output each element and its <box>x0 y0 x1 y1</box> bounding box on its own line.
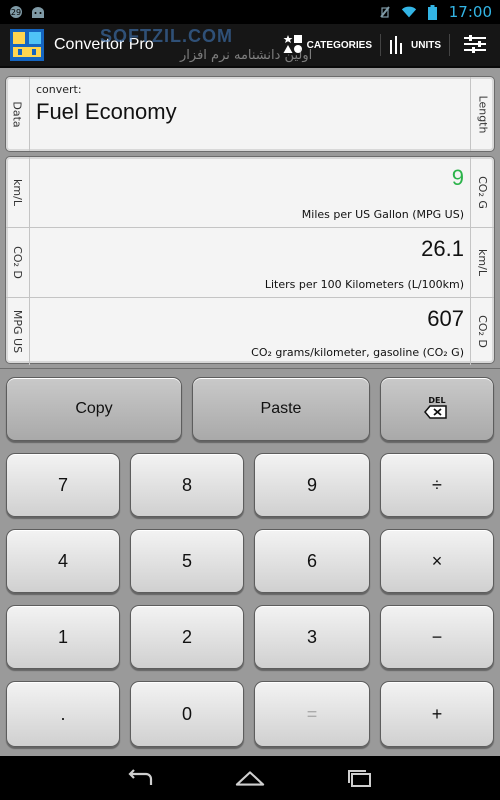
key-6[interactable]: 6 <box>254 529 370 593</box>
category-name: Fuel Economy <box>36 99 177 124</box>
battery-icon <box>425 4 441 20</box>
clock: 17:00 <box>448 3 492 21</box>
conversion-value: 26.1 <box>421 236 464 261</box>
conversion-list: km/L 9 Miles per US Gallon (MPG US) CO₂ … <box>5 156 495 365</box>
key-5[interactable]: 5 <box>130 529 244 593</box>
navigation-bar <box>0 756 500 800</box>
no-sim-icon <box>377 5 393 19</box>
keypad: Copy Paste DEL 7 8 9 ÷ 4 5 6 × 1 2 3 − .… <box>0 368 500 756</box>
unit-name: Miles per US Gallon (MPG US) <box>301 208 464 221</box>
key-equals[interactable]: = <box>254 681 370 747</box>
delete-button[interactable]: DEL <box>380 377 494 441</box>
key-4[interactable]: 4 <box>6 529 120 593</box>
key-label: 8 <box>181 474 192 495</box>
key-0[interactable]: 0 <box>130 681 244 747</box>
key-decimal[interactable]: . <box>6 681 120 747</box>
prev-unit-label: km/L <box>11 178 25 206</box>
unit-name: Liters per 100 Kilometers (L/100km) <box>264 278 464 291</box>
units-button[interactable]: UNITS <box>381 24 449 66</box>
key-label: 7 <box>57 474 68 495</box>
next-unit-tab[interactable]: km/L <box>470 228 494 297</box>
key-9[interactable]: 9 <box>254 453 370 517</box>
prev-category-tab[interactable]: Data <box>6 77 30 151</box>
paste-button[interactable]: Paste <box>192 377 370 441</box>
convert-caption: convert: <box>36 83 82 96</box>
app-logo-icon[interactable] <box>10 29 44 61</box>
convert-category-panel[interactable]: Data convert: Fuel Economy Length <box>5 76 495 152</box>
next-unit-tab[interactable]: CO₂ D <box>470 298 494 365</box>
backspace-icon: DEL <box>422 394 452 425</box>
units-icon <box>389 34 405 57</box>
key-label: − <box>431 626 443 647</box>
svg-text:29: 29 <box>11 8 21 17</box>
key-subtract[interactable]: − <box>380 605 494 669</box>
key-label: × <box>431 550 443 571</box>
watermark-text: SOFTZIL.COM <box>100 26 233 46</box>
next-category-label: Length <box>476 95 490 133</box>
next-unit-label: km/L <box>476 249 490 276</box>
key-label: 4 <box>57 550 68 571</box>
next-unit-label: CO₂ D <box>476 315 489 348</box>
prev-unit-tab[interactable]: MPG US <box>6 298 30 365</box>
delete-label: DEL <box>428 396 445 405</box>
key-label: 6 <box>306 550 317 571</box>
key-label: 5 <box>181 550 192 571</box>
back-icon[interactable] <box>125 768 155 788</box>
notification-icon: 29 <box>8 5 24 19</box>
next-unit-label: CO₂ G <box>476 175 489 209</box>
key-1[interactable]: 1 <box>6 605 120 669</box>
android-icon <box>30 5 46 19</box>
prev-unit-label: MPG US <box>11 309 24 354</box>
prev-category-label: Data <box>11 100 25 128</box>
recent-apps-icon[interactable] <box>345 768 375 788</box>
sliders-icon <box>464 34 486 57</box>
home-icon[interactable] <box>235 768 265 788</box>
key-label: 3 <box>306 626 317 647</box>
prev-unit-label: CO₂ D <box>11 246 24 279</box>
action-bar: Convertor Pro SOFTZIL.COM اولین دانشنامه… <box>0 24 500 68</box>
paste-label: Paste <box>260 400 302 417</box>
key-label: + <box>431 703 443 724</box>
key-3[interactable]: 3 <box>254 605 370 669</box>
status-bar: 29 17:00 <box>0 0 500 24</box>
conversion-row[interactable]: MPG US 607 CO₂ grams/kilometer, gasoline… <box>6 297 494 365</box>
key-multiply[interactable]: × <box>380 529 494 593</box>
conversion-row[interactable]: CO₂ D 26.1 Liters per 100 Kilometers (L/… <box>6 227 494 297</box>
prev-unit-tab[interactable]: km/L <box>6 157 30 227</box>
key-label: 9 <box>306 474 317 495</box>
key-label: ÷ <box>432 474 442 495</box>
content-area: Data convert: Fuel Economy Length km/L 9… <box>0 68 500 368</box>
next-unit-tab[interactable]: CO₂ G <box>470 157 494 227</box>
copy-label: Copy <box>75 400 113 417</box>
unit-name: CO₂ grams/kilometer, gasoline (CO₂ G) <box>251 346 464 359</box>
watermark-subtext: اولین دانشنامه نرم افزار <box>180 48 313 63</box>
next-category-tab[interactable]: Length <box>470 77 494 151</box>
key-label: . <box>60 703 66 724</box>
conversion-value: 607 <box>427 306 464 331</box>
wifi-icon <box>401 5 417 19</box>
copy-button[interactable]: Copy <box>6 377 182 441</box>
key-7[interactable]: 7 <box>6 453 120 517</box>
key-divide[interactable]: ÷ <box>380 453 494 517</box>
key-label: 1 <box>57 626 68 647</box>
conversion-row[interactable]: km/L 9 Miles per US Gallon (MPG US) CO₂ … <box>6 157 494 227</box>
key-label: 0 <box>181 703 192 724</box>
key-label: 2 <box>181 626 192 647</box>
categories-label: CATEGORIES <box>306 39 372 51</box>
units-label: UNITS <box>411 39 441 51</box>
key-2[interactable]: 2 <box>130 605 244 669</box>
key-add[interactable]: + <box>380 681 494 747</box>
settings-button[interactable] <box>450 24 500 66</box>
key-label: = <box>306 703 318 724</box>
prev-unit-tab[interactable]: CO₂ D <box>6 228 30 297</box>
key-8[interactable]: 8 <box>130 453 244 517</box>
conversion-value: 9 <box>451 165 464 190</box>
